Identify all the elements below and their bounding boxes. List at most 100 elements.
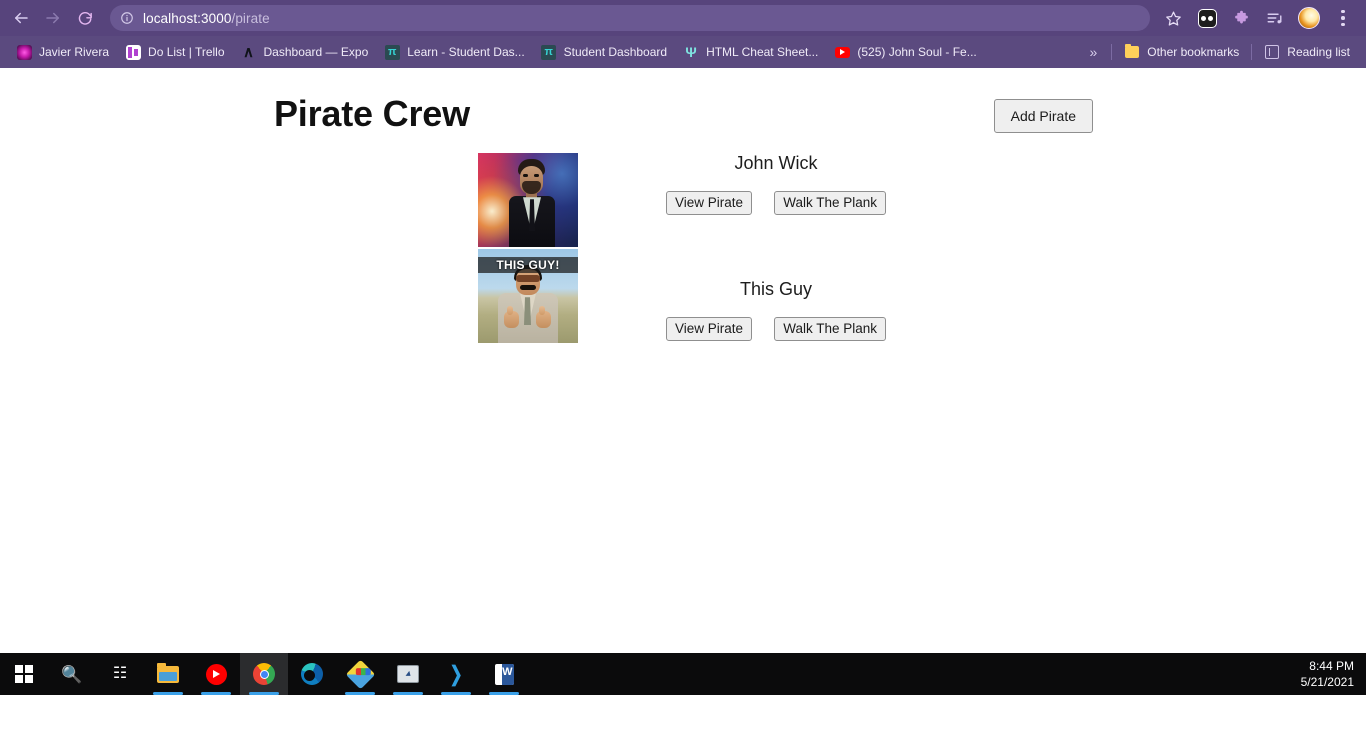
edge-button[interactable]	[288, 653, 336, 695]
extension-robot-icon[interactable]	[1193, 4, 1221, 32]
omnibox-host: localhost:3000	[143, 10, 232, 26]
bookmarks-overflow-icon[interactable]: »	[1079, 45, 1107, 59]
this-guy-caption: THIS GUY!	[478, 257, 578, 274]
youtube-music-icon	[205, 663, 227, 685]
windows-start-icon	[15, 665, 33, 683]
youtube-music-button[interactable]	[192, 653, 240, 695]
reading-list-button[interactable]: Reading list	[1256, 40, 1358, 64]
thumbs-up-right	[536, 306, 551, 329]
taskbar-items: 🔍 ☷ ▴ ❭	[0, 653, 528, 695]
start-button[interactable]	[0, 653, 48, 695]
chrome-icon	[253, 663, 275, 685]
bookmark-label: Student Dashboard	[563, 45, 668, 59]
learn-favicon: π	[384, 44, 400, 60]
windows-taskbar: 🔍 ☷ ▴ ❭ W 8:44 PM 5/21/2021	[0, 653, 1366, 695]
reading-list-label: Reading list	[1287, 45, 1350, 59]
view-pirate-button[interactable]: View Pirate	[666, 190, 753, 215]
page-title: Pirate Crew	[274, 93, 470, 134]
pirate-name: This Guy	[739, 278, 813, 299]
bookmark-learn-student-dashboard[interactable]: π Learn - Student Das...	[376, 40, 532, 64]
view-pirate-button[interactable]: View Pirate	[666, 316, 753, 341]
pirate-actions: View Pirate Walk The Plank	[666, 316, 886, 341]
pirate-photo-column: THIS GUY!	[478, 153, 578, 344]
html-cheatsheet-favicon: Ψ	[685, 44, 697, 60]
toolbar-actions	[1156, 4, 1360, 32]
trello-favicon	[125, 44, 141, 60]
paint-button[interactable]	[336, 653, 384, 695]
this-guy-photo[interactable]: THIS GUY!	[478, 249, 578, 344]
bookmark-javier-rivera[interactable]: Javier Rivera	[8, 40, 117, 64]
bookmark-dashboard-expo[interactable]: ∧ Dashboard — Expo	[233, 40, 377, 64]
pirate-name: John Wick	[734, 153, 818, 174]
clock-date: 5/21/2021	[1300, 675, 1354, 689]
page-viewport: Pirate Crew Add Pirate THIS GUY! John Wi…	[0, 68, 1366, 695]
this-guy-tie	[524, 297, 531, 326]
omnibox-url: localhost:3000/pirate	[143, 11, 270, 26]
bookmarks-divider-2	[1251, 44, 1253, 60]
vscode-icon: ❭	[447, 662, 465, 686]
bookmark-label: Dashboard — Expo	[263, 45, 369, 59]
browser-toolbar: localhost:3000/pirate	[0, 0, 1366, 36]
back-arrow-icon[interactable]	[6, 3, 36, 33]
other-bookmarks-label: Other bookmarks	[1147, 45, 1240, 59]
bookmarks-bar: Javier Rivera Do List | Trello ∧ Dashboa…	[0, 36, 1366, 68]
paint-icon	[345, 659, 375, 689]
taskbar-tray: 8:44 PM 5/21/2021	[1301, 658, 1366, 690]
task-view-icon: ☷	[112, 665, 128, 682]
folder-icon	[1124, 43, 1140, 60]
file-explorer-button[interactable]	[144, 653, 192, 695]
bookmarks-divider	[1111, 44, 1113, 60]
forward-arrow-icon[interactable]	[38, 3, 68, 33]
edge-icon	[301, 663, 323, 685]
john-wick-figure	[509, 159, 555, 248]
bookmark-label: HTML Cheat Sheet...	[706, 45, 819, 59]
john-wick-photo[interactable]	[478, 153, 578, 248]
search-icon: 🔍	[61, 664, 83, 684]
bookmark-label: Learn - Student Das...	[407, 45, 525, 59]
task-view-button[interactable]: ☷	[96, 653, 144, 695]
sunglasses-icon	[516, 275, 540, 283]
omnibox[interactable]: localhost:3000/pirate	[110, 5, 1150, 31]
profile-avatar-icon[interactable]	[1295, 4, 1323, 32]
bookmark-student-dashboard[interactable]: π Student Dashboard	[533, 40, 675, 64]
bookmark-star-icon[interactable]	[1159, 4, 1187, 32]
word-button[interactable]	[480, 653, 528, 695]
chrome-menu-icon[interactable]	[1329, 4, 1357, 32]
taskbar-clock[interactable]: 8:44 PM 5/21/2021	[1301, 658, 1354, 690]
youtube-favicon	[834, 44, 850, 60]
monitor-button[interactable]: ▴	[384, 653, 432, 695]
pirate-actions: View Pirate Walk The Plank	[666, 190, 886, 215]
bookmark-label: (525) John Soul - Fe...	[857, 45, 977, 59]
site-info-icon[interactable]	[120, 11, 134, 25]
vscode-button[interactable]: ❭	[432, 653, 480, 695]
omnibox-path: /pirate	[231, 10, 270, 26]
thumbs-up-left	[504, 306, 519, 329]
extensions-puzzle-icon[interactable]	[1227, 4, 1255, 32]
walk-the-plank-button[interactable]: Walk The Plank	[774, 316, 886, 341]
browser-chrome: localhost:3000/pirate Javier Rivera Do L…	[0, 0, 1366, 68]
add-pirate-button[interactable]: Add Pirate	[993, 99, 1093, 134]
other-bookmarks-button[interactable]: Other bookmarks	[1116, 40, 1247, 64]
bookmark-html-cheat-sheet[interactable]: Ψ HTML Cheat Sheet...	[675, 40, 826, 64]
search-button[interactable]: 🔍	[48, 653, 96, 695]
student-dashboard-favicon: π	[541, 44, 557, 60]
reading-list-icon	[1264, 44, 1280, 60]
system-monitor-icon: ▴	[397, 665, 419, 683]
chrome-button[interactable]	[240, 653, 288, 695]
bookmark-john-soul-youtube[interactable]: (525) John Soul - Fe...	[826, 40, 984, 64]
walk-the-plank-button[interactable]: Walk The Plank	[774, 190, 886, 215]
reading-playlist-icon[interactable]	[1261, 4, 1289, 32]
bookmark-label: Do List | Trello	[148, 45, 225, 59]
this-guy-moustache	[520, 285, 536, 291]
reload-icon[interactable]	[70, 3, 100, 33]
pirate-info-column: John Wick View Pirate Walk The Plank Thi…	[666, 153, 886, 341]
page-header: Pirate Crew Add Pirate	[0, 68, 1366, 135]
javier-rivera-favicon	[16, 44, 32, 60]
expo-favicon: ∧	[243, 43, 254, 61]
bookmark-label: Javier Rivera	[39, 45, 110, 59]
pirate-entry-this-guy: This Guy View Pirate Walk The Plank	[666, 279, 886, 341]
file-explorer-icon	[157, 662, 179, 683]
word-icon	[494, 663, 514, 685]
bookmark-do-list-trello[interactable]: Do List | Trello	[117, 40, 232, 64]
pirate-crew-list: THIS GUY! John Wick View Pirate Walk The…	[0, 153, 1366, 344]
